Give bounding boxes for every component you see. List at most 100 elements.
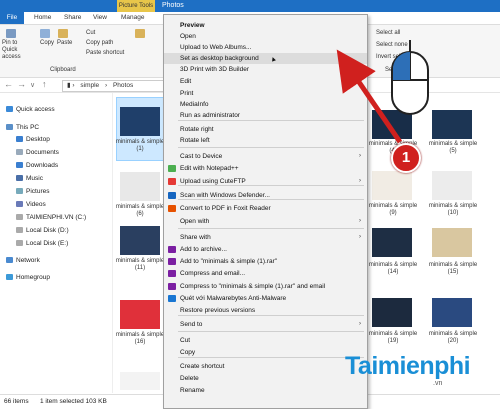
menu-item[interactable]: Compress and email... xyxy=(164,268,367,279)
up-arrow-icon[interactable]: ↑ xyxy=(42,79,47,89)
sidebar-item-label: Pictures xyxy=(26,188,50,195)
file-thumbnail[interactable] xyxy=(120,300,160,329)
window-title: Photos xyxy=(162,2,184,9)
sidebar-item-this-pc[interactable]: This PC xyxy=(6,123,39,133)
menu-item-label: Share with xyxy=(180,234,211,241)
menu-item-label: Compress to "minimals & simple (1).rar" … xyxy=(180,283,326,290)
sidebar-item-music[interactable]: Music xyxy=(16,174,43,184)
star-icon xyxy=(6,106,13,113)
sidebar-item-videos[interactable]: Videos xyxy=(16,200,46,210)
menu-separator xyxy=(178,331,364,332)
breadcrumb-separator-icon: › xyxy=(104,82,108,89)
tab-home[interactable]: Home xyxy=(34,12,51,24)
menu-item-label: Delete xyxy=(180,375,199,382)
pointer-annotation xyxy=(336,39,429,144)
file-thumbnail[interactable] xyxy=(372,298,412,327)
notepad-icon xyxy=(168,165,176,172)
file-thumbnail[interactable] xyxy=(120,172,160,201)
file-label[interactable]: minimals & simple (9) xyxy=(366,203,420,217)
menu-item[interactable]: Quét với Malwarebytes Anti-Malware xyxy=(164,293,367,304)
menu-item[interactable]: Open with › xyxy=(164,216,367,227)
menu-item[interactable]: Rename xyxy=(164,385,367,396)
file-thumbnail[interactable] xyxy=(120,107,160,136)
menu-item[interactable]: Delete xyxy=(164,373,367,384)
file-thumbnail[interactable] xyxy=(372,228,412,257)
sidebar-item-drive-d[interactable]: Local Disk (D:) xyxy=(16,226,69,236)
sidebar-item-label: Music xyxy=(26,175,43,182)
menu-item-label: Open xyxy=(180,33,196,40)
sidebar-item-label: Homegroup xyxy=(16,274,50,281)
menu-item-label: Add to archive... xyxy=(180,246,227,253)
copy-button[interactable]: Copy xyxy=(40,40,54,46)
paste-button[interactable]: Paste xyxy=(57,40,72,46)
tab-file[interactable]: File xyxy=(0,12,24,24)
malwarebytes-icon xyxy=(168,295,176,302)
paste-shortcut-button[interactable]: Paste shortcut xyxy=(86,50,124,56)
file-label[interactable]: minimals & simple (1) xyxy=(113,139,167,153)
back-arrow-icon[interactable]: ← xyxy=(4,79,13,89)
file-label[interactable]: minimals & simple (15) xyxy=(426,262,480,276)
file-label[interactable]: minimals & simple (14) xyxy=(366,262,420,276)
file-label[interactable]: minimals & simple (11) xyxy=(113,258,167,272)
folder-icon xyxy=(16,149,23,156)
copy-icon xyxy=(40,29,50,38)
sidebar-item-label: Local Disk (D:) xyxy=(26,227,69,234)
folder-icon xyxy=(16,136,23,143)
sidebar-item-label: Videos xyxy=(26,201,46,208)
sidebar-item-quick-access[interactable]: Quick access xyxy=(6,105,55,115)
pin-quick-access-button[interactable]: Pin to Quick access xyxy=(2,40,34,61)
tab-view[interactable]: View xyxy=(93,12,107,24)
menu-item[interactable]: Send to › xyxy=(164,319,367,330)
menu-item-label: 3D Print with 3D Builder xyxy=(180,66,249,73)
file-label[interactable]: minimals & simple (16) xyxy=(113,332,167,346)
drive-icon xyxy=(16,214,23,221)
menu-item[interactable]: Cut xyxy=(164,335,367,346)
file-thumbnail[interactable] xyxy=(432,298,472,327)
winrar-icon xyxy=(168,270,176,277)
cut-button[interactable]: Cut xyxy=(86,30,95,36)
sidebar-item-downloads[interactable]: Downloads xyxy=(16,161,58,171)
tab-manage[interactable]: Manage xyxy=(121,12,145,24)
sidebar-item-homegroup[interactable]: Homegroup xyxy=(6,273,50,283)
menu-item-label: Open with xyxy=(180,218,210,225)
menu-item[interactable]: Compress to "minimals & simple (1).rar" … xyxy=(164,281,367,292)
copy-path-button[interactable]: Copy path xyxy=(86,40,113,46)
tab-share[interactable]: Share xyxy=(64,12,81,24)
sidebar-item-pictures[interactable]: Pictures xyxy=(16,187,49,197)
breadcrumb-photos[interactable]: Photos xyxy=(113,82,133,89)
menu-item-label: Send to xyxy=(180,321,203,328)
file-thumbnail[interactable] xyxy=(120,372,160,390)
sidebar-item-drive-c[interactable]: TAIMIENPHI.VN (C:) xyxy=(16,213,86,223)
submenu-arrow-icon: › xyxy=(359,234,361,240)
paste-icon xyxy=(58,29,68,38)
file-label[interactable]: minimals & simple (20) xyxy=(426,331,480,345)
mouse-icon xyxy=(391,39,429,115)
forward-arrow-icon[interactable]: → xyxy=(17,79,26,89)
recent-chevron-icon[interactable]: ∨ xyxy=(30,81,35,89)
sidebar-item-drive-e[interactable]: Local Disk (E:) xyxy=(16,239,68,249)
breadcrumb-simple[interactable]: simple xyxy=(80,82,99,89)
picture-tools-tab[interactable]: Picture Tools xyxy=(117,0,155,12)
menu-item-label: Upload to Web Albums... xyxy=(180,44,252,51)
file-thumbnail[interactable] xyxy=(120,226,160,255)
winrar-icon xyxy=(168,283,176,290)
menu-item[interactable]: Add to "minimals & simple (1).rar" xyxy=(164,256,367,267)
sidebar-item-desktop[interactable]: Desktop xyxy=(16,135,50,145)
file-thumbnail[interactable] xyxy=(432,228,472,257)
sidebar-item-label: TAIMIENPHI.VN (C:) xyxy=(26,214,87,221)
menu-item[interactable]: Edit with Notepad++ xyxy=(164,163,367,174)
item-count: 66 items xyxy=(4,398,29,405)
file-thumbnail[interactable] xyxy=(432,171,472,200)
menu-item[interactable]: Convert to PDF in Foxit Reader xyxy=(164,203,367,214)
menu-item-label: Convert to PDF in Foxit Reader xyxy=(180,205,271,212)
file-label[interactable]: minimals & simple (10) xyxy=(426,203,480,217)
menu-item[interactable]: Share with › xyxy=(164,232,367,243)
sidebar-item-network[interactable]: Network xyxy=(6,256,40,266)
sidebar-item-documents[interactable]: Documents xyxy=(16,148,59,158)
menu-item[interactable]: Create shortcut xyxy=(164,361,367,372)
file-label[interactable]: minimals & simple (19) xyxy=(366,331,420,345)
file-label[interactable]: minimals & simple (6) xyxy=(113,204,167,218)
title-bar xyxy=(0,0,500,12)
menu-item[interactable]: Add to archive... xyxy=(164,244,367,255)
file-thumbnail[interactable] xyxy=(372,171,412,200)
